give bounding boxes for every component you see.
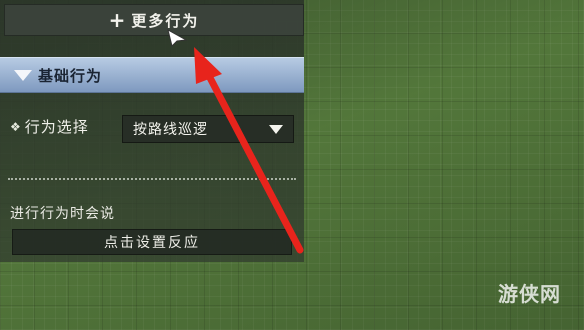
watermark-logo: 游侠网 [498, 282, 561, 306]
say-during-behavior-label: 进行行为时会说 [10, 206, 115, 222]
behavior-dropdown-value: 按路线巡逻 [133, 122, 208, 138]
collapse-triangle-icon[interactable] [14, 69, 32, 81]
behavior-select-row: ❖ 行为选择 [10, 116, 89, 137]
set-reaction-label: 点击设置反应 [104, 235, 200, 251]
behavior-select-label: 行为选择 [24, 118, 89, 136]
dotted-divider [8, 178, 296, 180]
behavior-dropdown[interactable]: 按路线巡逻 [122, 115, 294, 143]
dropdown-caret-icon[interactable] [269, 124, 283, 134]
behavior-panel: + 更多行为 基础行为 ❖ 行为选择 按路线巡逻 进行行为时会说 点击设置反应 [0, 0, 304, 262]
more-behaviors-label: 更多行为 [131, 11, 200, 30]
basic-behavior-header[interactable]: 基础行为 [0, 57, 304, 93]
more-behaviors-button[interactable]: + 更多行为 [4, 4, 304, 36]
set-reaction-button[interactable]: 点击设置反应 [12, 229, 292, 255]
section-title: 基础行为 [38, 66, 103, 85]
diamond-bullet-icon: ❖ [10, 119, 21, 134]
plus-icon: + [108, 8, 128, 32]
